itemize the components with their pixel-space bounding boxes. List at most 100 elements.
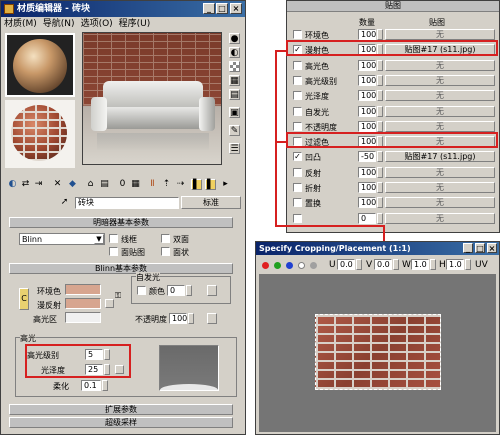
map-enable-checkbox[interactable]	[293, 75, 302, 85]
map-amount-field[interactable]: 100	[358, 120, 376, 132]
opacity-spinner[interactable]	[188, 313, 194, 324]
crop-minimize-button[interactable]: _	[463, 243, 473, 253]
map-amount-spinner[interactable]	[377, 59, 383, 71]
pick-material-icon[interactable]: ➚	[59, 197, 70, 208]
map-slot-button[interactable]: 无	[385, 90, 495, 102]
map-enable-checkbox[interactable]	[293, 183, 302, 192]
u-field[interactable]: 0.0	[337, 259, 355, 270]
faceted-checkbox[interactable]	[161, 247, 170, 256]
extended-params-header[interactable]: 扩展参数	[9, 404, 233, 415]
material-name-field[interactable]: 砖块	[75, 197, 179, 209]
menu-options[interactable]: 选项(O)	[78, 19, 116, 29]
maximize-button[interactable]: □	[216, 3, 228, 14]
map-amount-field[interactable]: 100	[358, 197, 376, 209]
opacity-map-button[interactable]	[207, 313, 217, 324]
map-enable-checkbox[interactable]	[293, 91, 302, 101]
map-slot-button[interactable]: 无	[385, 59, 495, 71]
map-slot-button[interactable]: 无	[385, 29, 495, 40]
wire-checkbox[interactable]	[109, 234, 118, 243]
options-icon[interactable]: ✎	[229, 125, 240, 136]
map-slot-button[interactable]: 无	[385, 212, 495, 224]
select-by-material-icon[interactable]: ☰	[229, 143, 240, 154]
map-amount-field[interactable]: 100	[358, 105, 376, 117]
get-material-icon[interactable]: ◐	[7, 179, 18, 190]
map-slot-button[interactable]: 无	[385, 105, 495, 117]
blinn-rollout-header[interactable]: Blinn基本参数	[9, 263, 233, 274]
map-amount-field[interactable]: 0	[358, 212, 376, 224]
sample-slot-1[interactable]	[5, 33, 75, 97]
map-amount-field[interactable]: 100	[358, 182, 376, 193]
soften-field[interactable]: 0.1	[81, 380, 101, 391]
map-slot-button[interactable]: 无	[385, 74, 495, 86]
lock-ambient-diffuse-button[interactable]: C	[19, 288, 29, 310]
mono-channel-icon[interactable]	[310, 262, 317, 269]
material-map-navigator-icon[interactable]: ▌	[191, 179, 202, 190]
map-enable-checkbox[interactable]: ✓	[293, 152, 302, 162]
overflow-icon[interactable]: ▸	[220, 179, 231, 190]
self-illum-map-button[interactable]	[207, 285, 217, 296]
map-amount-spinner[interactable]	[377, 74, 383, 86]
map-enable-checkbox[interactable]	[293, 167, 302, 177]
map-amount-spinner[interactable]	[377, 212, 383, 224]
map-enable-checkbox[interactable]	[293, 121, 302, 131]
ambient-swatch[interactable]	[65, 284, 101, 295]
map-amount-field[interactable]: -50	[358, 151, 376, 163]
map-slot-button[interactable]: 无	[385, 120, 495, 132]
v-spinner[interactable]	[393, 259, 399, 270]
diffuse-swatch[interactable]	[65, 298, 101, 309]
map-slot-button[interactable]: 贴图#17 (s11.jpg)	[385, 151, 495, 163]
background-icon[interactable]	[229, 61, 240, 72]
sample-slot-2[interactable]	[5, 100, 75, 168]
assign-material-icon[interactable]: ⇥	[33, 179, 44, 190]
show-map-icon[interactable]: ▦	[130, 179, 141, 190]
red-channel-icon[interactable]	[262, 262, 269, 269]
map-slot-button[interactable]: 无	[385, 182, 495, 193]
map-amount-spinner[interactable]	[377, 90, 383, 102]
standard-button[interactable]: 标准	[181, 196, 241, 209]
map-enable-checkbox[interactable]	[293, 60, 302, 70]
minimize-button[interactable]: _	[203, 3, 215, 14]
backlight-icon[interactable]: ◐	[229, 47, 240, 58]
soften-spinner[interactable]	[102, 380, 108, 391]
w-spinner[interactable]	[430, 259, 436, 270]
h-field[interactable]: 1.0	[446, 259, 464, 270]
map-amount-field[interactable]: 100	[358, 59, 376, 71]
close-button[interactable]: ×	[230, 3, 242, 14]
go-forward-icon[interactable]: ⇢	[175, 179, 186, 190]
put-material-icon[interactable]: ⇄	[20, 179, 31, 190]
map-amount-spinner[interactable]	[377, 151, 383, 163]
map-amount-spinner[interactable]	[377, 166, 383, 178]
show-end-result-icon[interactable]: Ⅱ	[147, 179, 158, 190]
w-field[interactable]: 1.0	[411, 259, 429, 270]
material-id-icon[interactable]: 0	[117, 179, 128, 190]
menu-navigation[interactable]: 导航(N)	[40, 19, 78, 29]
menu-material[interactable]: 材质(M)	[1, 19, 40, 29]
maps-header[interactable]: 贴图	[287, 1, 499, 12]
map-enable-checkbox[interactable]	[293, 106, 302, 116]
brick-texture-image[interactable]	[315, 314, 441, 390]
supersampling-header[interactable]: 超级采样	[9, 417, 233, 428]
h-spinner[interactable]	[465, 259, 471, 270]
go-to-parent-icon[interactable]: ⇡	[161, 179, 172, 190]
map-slot-button[interactable]: 无	[385, 197, 495, 209]
face-map-checkbox[interactable]	[109, 247, 118, 256]
show-background-icon[interactable]: ▌	[205, 179, 216, 190]
map-amount-field[interactable]: 100	[358, 90, 376, 102]
map-amount-spinner[interactable]	[377, 182, 383, 193]
specular-swatch[interactable]	[65, 312, 101, 323]
self-illum-spinner[interactable]	[186, 285, 192, 296]
map-amount-spinner[interactable]	[377, 197, 383, 209]
opacity-field[interactable]: 100	[169, 313, 187, 324]
shader-dropdown[interactable]: Blinn ▼	[19, 233, 105, 245]
menu-utilities[interactable]: 程序(U)	[116, 19, 154, 29]
crop-maximize-button[interactable]: □	[475, 243, 485, 253]
map-amount-spinner[interactable]	[377, 29, 383, 40]
map-enable-checkbox[interactable]	[293, 30, 302, 39]
u-spinner[interactable]	[356, 259, 362, 270]
map-amount-field[interactable]: 100	[358, 74, 376, 86]
crop-close-button[interactable]: ×	[487, 243, 497, 253]
put-to-library-icon[interactable]: ▤	[99, 179, 110, 190]
video-color-icon[interactable]: ▤	[229, 89, 240, 100]
map-amount-field[interactable]: 100	[358, 29, 376, 40]
self-illum-color-checkbox[interactable]	[137, 286, 146, 295]
